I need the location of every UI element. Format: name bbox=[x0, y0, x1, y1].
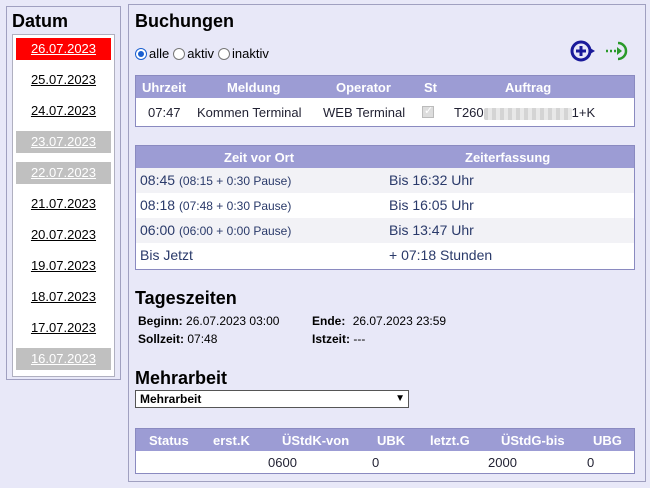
time-value: 08:45 bbox=[140, 172, 176, 188]
tageszeiten-title: Tageszeiten bbox=[135, 288, 237, 308]
time-on-site: 06:00 (06:00 + 0:00 Pause) bbox=[140, 222, 291, 238]
status-cell bbox=[422, 104, 434, 121]
chevron-down-icon: ▼ bbox=[395, 393, 405, 404]
date-item[interactable]: 17.07.2023 bbox=[16, 317, 111, 339]
beginn-label: Beginn: bbox=[138, 314, 183, 328]
booking-message: Kommen Terminal bbox=[197, 105, 302, 120]
sollzeit-value: 07:48 bbox=[187, 332, 218, 346]
redacted-order-number bbox=[483, 107, 572, 120]
table-row[interactable]: 07:47 Kommen Terminal WEB Terminal T260 1… bbox=[136, 98, 634, 126]
overtime-table: Status erst.K ÜStdK-von UBK letzt.G ÜStd… bbox=[135, 428, 635, 474]
order-prefix: T260 bbox=[454, 105, 484, 120]
date-list: 26.07.2023 25.07.2023 24.07.2023 23.07.2… bbox=[12, 34, 115, 377]
filter-label: aktiv bbox=[187, 46, 214, 61]
ende-value: 26.07.2023 23:59 bbox=[352, 314, 447, 328]
column-header: Uhrzeit bbox=[142, 80, 187, 95]
time-recording: Bis 13:47 Uhr bbox=[389, 222, 474, 238]
ubg-value: 0 bbox=[587, 455, 595, 470]
column-header: ÜStdG-bis bbox=[501, 433, 565, 448]
date-item[interactable]: 25.07.2023 bbox=[16, 69, 111, 91]
time-on-site: 08:18 (07:48 + 0:30 Pause) bbox=[140, 197, 291, 213]
istzeit-label: Istzeit: bbox=[312, 332, 351, 346]
ustdg-bis-value: 2000 bbox=[488, 455, 517, 470]
beginn-field: Beginn: 26.07.2023 03:00 bbox=[138, 314, 279, 328]
radio-unchecked-icon bbox=[173, 47, 186, 60]
time-recording: Bis 16:05 Uhr bbox=[389, 197, 474, 213]
time-recording: Bis 16:32 Uhr bbox=[389, 172, 474, 188]
select-value: Mehrarbeit bbox=[140, 392, 202, 406]
istzeit-value: --- bbox=[353, 332, 366, 346]
radio-checked-icon bbox=[135, 47, 147, 60]
beginn-value: 26.07.2023 03:00 bbox=[186, 314, 280, 328]
table-row: 08:18 (07:48 + 0:30 Pause) Bis 16:05 Uhr bbox=[136, 193, 634, 218]
column-header: Meldung bbox=[227, 80, 281, 95]
booking-time: 07:47 bbox=[148, 105, 181, 120]
sollzeit-label: Sollzeit: bbox=[138, 332, 185, 346]
column-header: Status bbox=[149, 433, 189, 448]
status-checkbox bbox=[422, 104, 434, 118]
ubk-value: 0 bbox=[372, 455, 380, 470]
booking-operator: WEB Terminal bbox=[323, 105, 406, 120]
login-arrow-icon[interactable] bbox=[605, 39, 631, 63]
mehrarbeit-select[interactable]: Mehrarbeit ▼ bbox=[135, 390, 409, 408]
filter-label: alle bbox=[149, 46, 170, 61]
filter-radio-inaktiv[interactable]: inaktiv bbox=[217, 46, 269, 61]
time-recording: + 07:18 Stunden bbox=[389, 247, 493, 263]
add-booking-icon[interactable] bbox=[570, 39, 596, 63]
ende-label: Ende: bbox=[312, 314, 346, 328]
date-item-weekend[interactable]: 16.07.2023 bbox=[16, 348, 111, 370]
table-header: Zeit vor Ort Zeiterfassung bbox=[136, 146, 634, 168]
column-header: ÜStdK-von bbox=[282, 433, 350, 448]
filter-radio-alle[interactable]: alle bbox=[135, 46, 169, 61]
time-on-site: Bis Jetzt bbox=[140, 247, 193, 263]
column-header: Zeiterfassung bbox=[465, 150, 551, 165]
date-item[interactable]: 19.07.2023 bbox=[16, 255, 111, 277]
radio-unchecked-icon bbox=[217, 47, 230, 60]
column-header: letzt.G bbox=[430, 433, 470, 448]
time-value: 06:00 bbox=[140, 222, 176, 238]
date-item[interactable]: 24.07.2023 bbox=[16, 100, 111, 122]
order-suffix: 1+K bbox=[571, 105, 596, 120]
table-row: Bis Jetzt + 07:18 Stunden bbox=[136, 243, 634, 268]
time-detail: (06:00 + 0:00 Pause) bbox=[178, 224, 292, 238]
column-header: erst.K bbox=[213, 433, 250, 448]
filter-label: inaktiv bbox=[231, 46, 269, 61]
column-header: UBG bbox=[593, 433, 622, 448]
date-panel: Datum 26.07.2023 25.07.2023 24.07.2023 2… bbox=[6, 6, 121, 380]
column-header: St bbox=[424, 80, 437, 95]
date-item[interactable]: 21.07.2023 bbox=[16, 193, 111, 215]
date-item-selected[interactable]: 26.07.2023 bbox=[16, 38, 111, 60]
ustdk-von-value: 0600 bbox=[268, 455, 297, 470]
column-header: Zeit vor Ort bbox=[224, 150, 295, 165]
istzeit-field: Istzeit: --- bbox=[312, 332, 365, 346]
table-row: 08:45 (08:15 + 0:30 Pause) Bis 16:32 Uhr bbox=[136, 168, 634, 193]
column-header: Operator bbox=[336, 80, 391, 95]
main-panel: Buchungen alle aktiv inaktiv Uhrzeit Mel… bbox=[128, 4, 646, 482]
column-header: UBK bbox=[377, 433, 406, 448]
time-detail: (07:48 + 0:30 Pause) bbox=[178, 199, 292, 213]
bookings-table: Uhrzeit Meldung Operator St Auftrag 07:4… bbox=[135, 75, 635, 127]
time-value: 08:18 bbox=[140, 197, 176, 213]
table-row: 0600 0 2000 0 bbox=[136, 451, 634, 473]
table-header: Status erst.K ÜStdK-von UBK letzt.G ÜStd… bbox=[136, 429, 634, 451]
filter-radio-group: alle aktiv inaktiv bbox=[135, 46, 273, 61]
ende-field: Ende: 26.07.2023 23:59 bbox=[312, 314, 446, 328]
column-header: Auftrag bbox=[505, 80, 552, 95]
date-item[interactable]: 20.07.2023 bbox=[16, 224, 111, 246]
time-detail: (08:15 + 0:30 Pause) bbox=[178, 174, 292, 188]
sollzeit-field: Sollzeit: 07:48 bbox=[138, 332, 217, 346]
date-item-weekend[interactable]: 22.07.2023 bbox=[16, 162, 111, 184]
time-summary-table: Zeit vor Ort Zeiterfassung 08:45 (08:15 … bbox=[135, 145, 635, 270]
date-panel-title: Datum bbox=[12, 11, 69, 31]
buchungen-title: Buchungen bbox=[135, 11, 234, 31]
mehrarbeit-title: Mehrarbeit bbox=[135, 368, 228, 388]
booking-order: T260 1+K bbox=[454, 105, 595, 120]
time-on-site: 08:45 (08:15 + 0:30 Pause) bbox=[140, 172, 291, 188]
table-row: 06:00 (06:00 + 0:00 Pause) Bis 13:47 Uhr bbox=[136, 218, 634, 243]
date-item[interactable]: 18.07.2023 bbox=[16, 286, 111, 308]
table-header: Uhrzeit Meldung Operator St Auftrag bbox=[136, 76, 634, 98]
filter-radio-aktiv[interactable]: aktiv bbox=[173, 46, 214, 61]
date-item-weekend[interactable]: 23.07.2023 bbox=[16, 131, 111, 153]
